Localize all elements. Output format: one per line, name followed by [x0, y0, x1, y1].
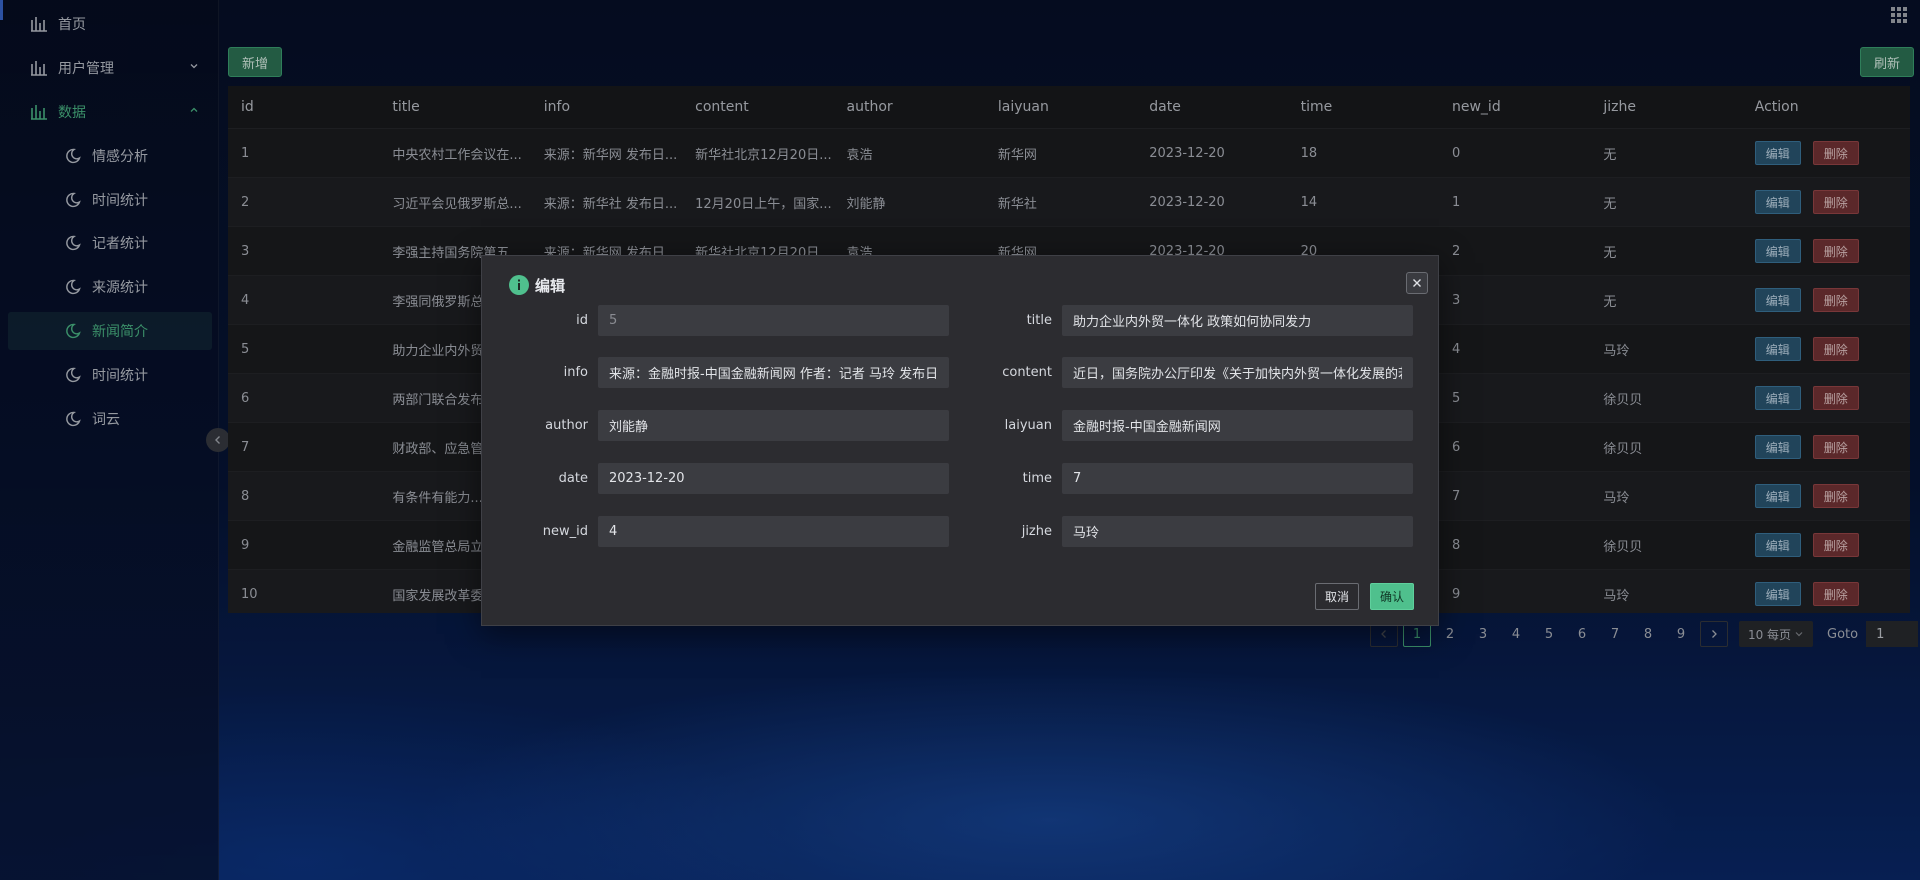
- field-row-author: author: [488, 409, 949, 441]
- field-row-info: info: [488, 356, 949, 388]
- field-row-jizhe: jizhe: [952, 515, 1413, 547]
- field-row-date: date: [488, 462, 949, 494]
- field-label-content: content: [1002, 364, 1052, 380]
- info-field[interactable]: [598, 356, 949, 388]
- dialog-close-button[interactable]: [1406, 272, 1428, 294]
- id-field: [598, 304, 949, 336]
- field-label-info: info: [563, 364, 588, 380]
- field-row-content: content: [952, 356, 1413, 388]
- field-row-new-id: new_id: [488, 515, 949, 547]
- title-field[interactable]: [1062, 304, 1413, 336]
- field-row-title: title: [952, 304, 1413, 336]
- field-row-laiyuan: laiyuan: [952, 409, 1413, 441]
- time-field[interactable]: [1062, 462, 1413, 494]
- field-label-id: id: [576, 312, 588, 328]
- field-label-author: author: [545, 417, 588, 433]
- author-field[interactable]: [598, 409, 949, 441]
- field-label-jizhe: jizhe: [1021, 523, 1052, 539]
- field-row-time: time: [952, 462, 1413, 494]
- field-label-time: time: [1022, 470, 1052, 486]
- field-row-id: id: [488, 304, 949, 336]
- cancel-button[interactable]: 取消: [1315, 583, 1360, 610]
- new-id-field[interactable]: [598, 515, 949, 547]
- dialog-title: 编辑: [535, 276, 566, 295]
- field-label-new-id: new_id: [542, 523, 588, 539]
- info-icon: [509, 275, 529, 295]
- content-field[interactable]: [1062, 356, 1413, 388]
- date-field[interactable]: [598, 462, 949, 494]
- laiyuan-field[interactable]: [1062, 409, 1413, 441]
- edit-dialog: 编辑 id info author date new_id title cont…: [481, 255, 1439, 626]
- field-label-date: date: [558, 470, 588, 486]
- jizhe-field[interactable]: [1062, 515, 1413, 547]
- close-icon: [1413, 279, 1421, 287]
- dialog-header: 编辑: [508, 274, 565, 296]
- field-label-laiyuan: laiyuan: [1004, 417, 1052, 433]
- confirm-button[interactable]: 确认: [1370, 583, 1415, 610]
- field-label-title: title: [1026, 312, 1052, 328]
